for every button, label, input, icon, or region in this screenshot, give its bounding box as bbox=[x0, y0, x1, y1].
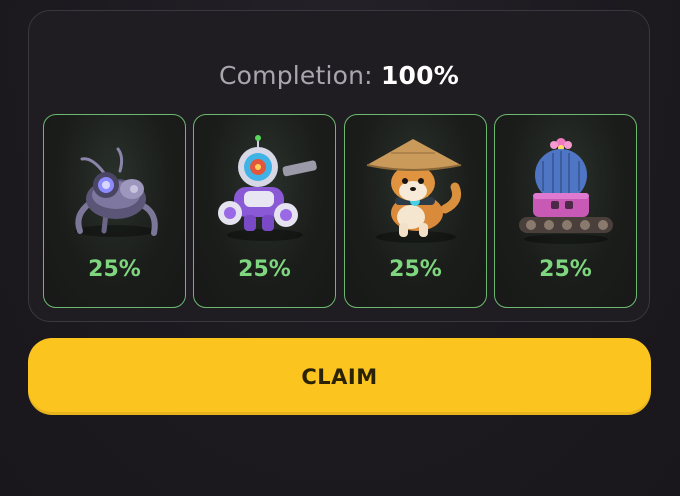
card-astronaut-mech[interactable]: 25% bbox=[193, 114, 336, 308]
card-percent: 25% bbox=[539, 257, 592, 282]
reward-screen: Completion: 100% 25% 25% 25% 25% CLAIM bbox=[0, 0, 680, 496]
card-shiba-dog[interactable]: 25% bbox=[344, 114, 487, 308]
cactus-tank-icon bbox=[519, 138, 613, 244]
shiba-straw-hat-icon bbox=[366, 139, 462, 243]
mech-bug-icon bbox=[75, 147, 158, 237]
card-percent: 25% bbox=[389, 257, 442, 282]
card-robot-bug[interactable]: 25% bbox=[43, 114, 186, 308]
card-percent: 25% bbox=[88, 257, 141, 282]
completion-value: 100% bbox=[380, 61, 459, 90]
astronaut-robot-icon bbox=[218, 135, 317, 241]
completion-status: Completion: 100% bbox=[29, 61, 649, 90]
card-row: 25% 25% 25% 25% bbox=[43, 114, 637, 308]
card-percent: 25% bbox=[238, 257, 291, 282]
claim-button[interactable]: CLAIM bbox=[28, 338, 651, 415]
card-cactus-tank[interactable]: 25% bbox=[494, 114, 637, 308]
completion-label: Completion: bbox=[218, 61, 373, 90]
